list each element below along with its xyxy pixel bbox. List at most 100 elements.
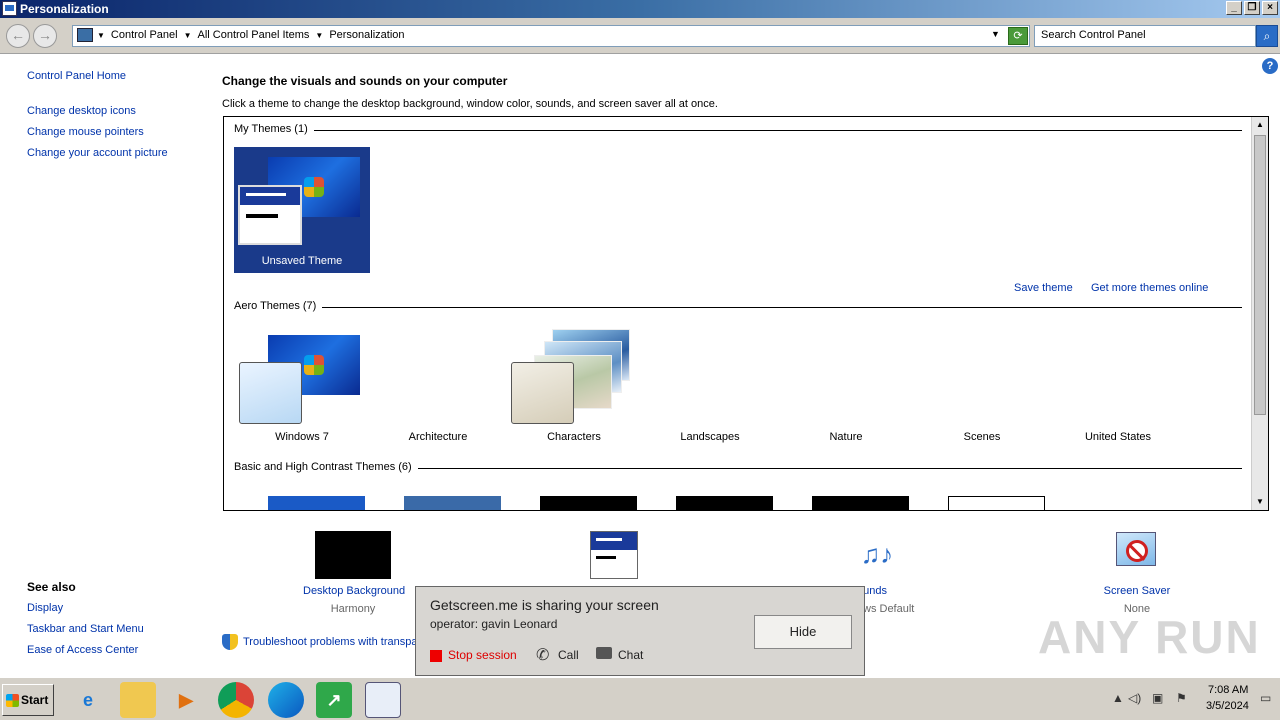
close-button[interactable]: × (1262, 1, 1278, 15)
screen-saver-link[interactable]: Screen Saver (1097, 585, 1177, 597)
shield-icon (222, 634, 238, 650)
address-dropdown-icon[interactable]: ▼ (991, 29, 1000, 39)
chrome-icon[interactable] (218, 682, 254, 718)
control-panel-home-link[interactable]: Control Panel Home (27, 70, 126, 82)
title-bar: Personalization _ ❐ × (0, 0, 1280, 18)
desktop-background-link[interactable]: Desktop Background (303, 585, 405, 597)
window-title: Personalization (20, 2, 109, 16)
get-more-themes-link[interactable]: Get more themes online (1091, 282, 1208, 294)
clock-time[interactable]: 7:08 AM (1208, 684, 1248, 696)
network-icon[interactable]: ▣ (1152, 691, 1163, 705)
search-input[interactable]: Search Control Panel (1034, 25, 1256, 47)
theme-nature[interactable]: Nature (778, 325, 914, 451)
stop-icon[interactable] (430, 650, 442, 662)
basic-themes-heading: Basic and High Contrast Themes (6) (234, 461, 418, 473)
breadcrumb-personalization[interactable]: Personalization (329, 29, 404, 43)
scroll-thumb[interactable] (1254, 135, 1266, 415)
theme-label: Landscapes (680, 431, 740, 443)
popup-message: Getscreen.me is sharing your screen (430, 597, 659, 613)
show-desktop-icon[interactable]: ▭ (1260, 691, 1271, 705)
file-explorer-icon[interactable] (120, 682, 156, 718)
clock-date[interactable]: 3/5/2024 (1206, 700, 1249, 712)
theme-unsaved[interactable]: Unsaved Theme (234, 147, 370, 273)
popup-operator: operator: gavin Leonard (430, 617, 558, 631)
theme-list[interactable]: My Themes (1) Unsaved Theme Save theme G… (223, 116, 1269, 511)
divider (234, 307, 1242, 308)
theme-basic-thumbnail[interactable] (812, 496, 909, 510)
scroll-down-icon[interactable]: ▼ (1252, 494, 1268, 510)
theme-basic-thumbnail[interactable] (404, 496, 501, 510)
theme-characters[interactable]: Characters (506, 325, 642, 451)
screen-saver-icon[interactable] (1114, 530, 1160, 578)
save-theme-link[interactable]: Save theme (1014, 282, 1073, 294)
chevron-down-icon[interactable]: ▼ (315, 29, 323, 43)
phone-icon[interactable]: ✆ (536, 645, 549, 665)
action-center-flag-icon[interactable]: ⚑ (1176, 691, 1187, 705)
theme-windows-7[interactable]: Windows 7 (234, 325, 370, 451)
taskbar-start-menu-link[interactable]: Taskbar and Start Menu (27, 623, 144, 635)
start-button[interactable]: Start (2, 684, 54, 716)
window-color-icon[interactable] (590, 531, 638, 579)
display-link[interactable]: Display (27, 602, 63, 614)
theme-label: United States (1084, 431, 1152, 443)
minimize-button[interactable]: _ (1226, 1, 1242, 15)
window-preview (238, 185, 302, 245)
stop-session-button[interactable]: Stop session (448, 648, 517, 662)
change-desktop-icons-link[interactable]: Change desktop icons (27, 105, 136, 117)
chat-button[interactable]: Chat (618, 648, 643, 662)
see-also-heading: See also (27, 580, 76, 594)
edge-icon[interactable] (268, 682, 304, 718)
change-mouse-pointers-link[interactable]: Change mouse pointers (27, 126, 144, 138)
forward-button[interactable]: → (33, 24, 57, 48)
chevron-down-icon[interactable]: ▼ (97, 29, 105, 43)
control-panel-taskbar-icon[interactable] (365, 682, 401, 718)
refresh-icon[interactable]: ⟳ (1008, 27, 1028, 45)
theme-basic-thumbnail[interactable] (268, 496, 365, 510)
theme-label: Unsaved Theme (261, 255, 343, 267)
media-player-icon[interactable]: ▶ (168, 682, 204, 718)
show-hidden-icons[interactable]: ▲ (1112, 691, 1124, 705)
help-icon[interactable]: ? (1262, 58, 1278, 74)
internet-explorer-icon[interactable]: e (70, 682, 106, 718)
vertical-scrollbar[interactable]: ▲ ▼ (1251, 117, 1268, 510)
page-subtitle: Click a theme to change the desktop back… (222, 98, 718, 110)
change-account-picture-link[interactable]: Change your account picture (27, 147, 168, 159)
theme-label: Scenes (963, 431, 1001, 443)
breadcrumb[interactable]: ▼ Control Panel ▼ All Control Panel Item… (72, 25, 1030, 47)
windows-logo-icon (6, 694, 19, 707)
aero-themes-heading: Aero Themes (7) (234, 300, 323, 312)
desktop-background-thumbnail[interactable] (315, 531, 391, 579)
call-button[interactable]: Call (558, 648, 579, 662)
breadcrumb-control-panel[interactable]: Control Panel (111, 29, 178, 43)
troubleshoot-link[interactable]: Troubleshoot problems with transpa (243, 636, 417, 648)
theme-label: Windows 7 (275, 431, 329, 443)
getscreen-icon[interactable]: ↗ (316, 682, 352, 718)
theme-basic-thumbnail[interactable] (676, 496, 773, 510)
theme-scenes[interactable]: Scenes (914, 325, 1050, 451)
page-title: Change the visuals and sounds on your co… (222, 74, 508, 88)
restore-button[interactable]: ❐ (1244, 1, 1260, 15)
chat-icon[interactable] (596, 647, 612, 659)
hide-button[interactable]: Hide (754, 615, 852, 649)
sounds-icon[interactable]: ♫♪ (852, 530, 902, 580)
search-icon[interactable]: ⌕ (1256, 25, 1278, 47)
theme-architecture[interactable]: Architecture (370, 325, 506, 451)
scroll-up-icon[interactable]: ▲ (1252, 117, 1268, 133)
sounds-value: ws Default (863, 603, 915, 615)
theme-united-states[interactable]: United States (1050, 325, 1186, 451)
volume-icon[interactable]: ◁) (1128, 691, 1141, 705)
theme-basic-thumbnail[interactable] (540, 496, 637, 510)
ease-of-access-link[interactable]: Ease of Access Center (27, 644, 138, 656)
control-panel-icon (77, 28, 93, 42)
window-controls: _ ❐ × (1226, 1, 1278, 15)
divider (234, 130, 1242, 131)
control-panel-icon (2, 1, 17, 16)
my-themes-heading: My Themes (1) (234, 123, 314, 135)
back-button[interactable]: ← (6, 24, 30, 48)
window-preview (511, 362, 574, 424)
breadcrumb-all-items[interactable]: All Control Panel Items (198, 29, 310, 43)
taskbar: Start e ▶ ↗ ▲ ◁) ▣ ⚑ ▭ (0, 677, 1280, 720)
theme-basic-thumbnail[interactable] (948, 496, 1045, 510)
chevron-down-icon[interactable]: ▼ (184, 29, 192, 43)
theme-landscapes[interactable]: Landscapes (642, 325, 778, 451)
